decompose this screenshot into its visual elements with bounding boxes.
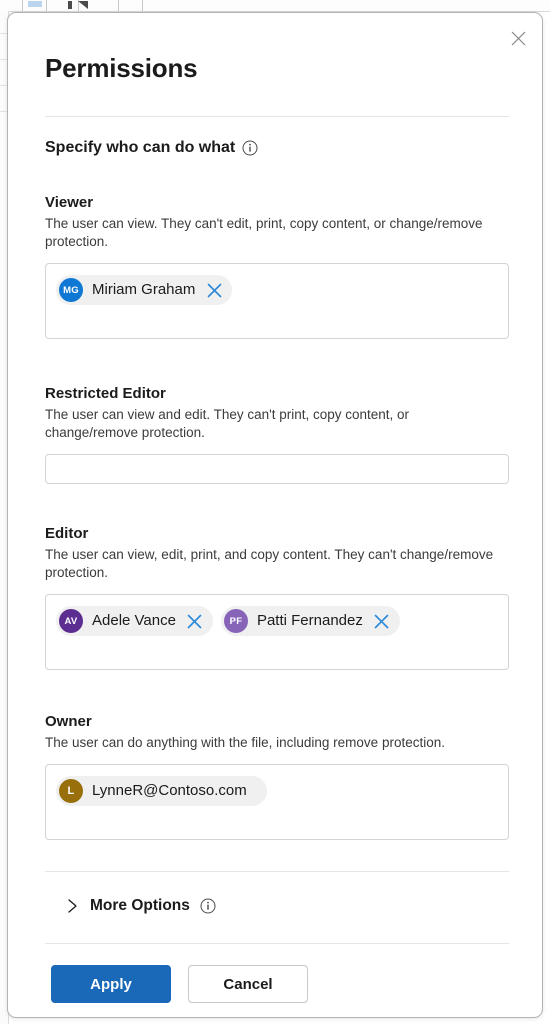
person-name: Adele Vance [92,612,176,629]
person-pill[interactable]: MG Miriam Graham [56,275,233,305]
permission-section-viewer: Viewer The user can view. They can't edi… [45,193,509,339]
cancel-button[interactable]: Cancel [188,965,308,1003]
section-description: The user can do anything with the file, … [45,735,445,750]
avatar: AV [59,609,83,633]
remove-person-button[interactable] [203,279,225,301]
close-icon [511,31,525,45]
page-title: Permissions [45,53,198,83]
person-pill[interactable]: PF Patti Fernandez [220,606,400,636]
avatar: L [59,779,83,803]
remove-icon [207,283,222,297]
info-icon[interactable] [200,898,216,914]
section-description: The user can view. They can't edit, prin… [45,216,483,249]
divider [45,116,509,117]
person-pill[interactable]: AV Adele Vance [56,606,213,636]
chevron-right-icon [64,898,80,914]
avatar: PF [223,609,248,633]
editor-people-field[interactable]: AV Adele Vance PF Patti Fernandez [45,594,509,670]
info-icon[interactable] [242,140,258,156]
avatar: MG [59,278,83,302]
remove-icon [188,614,202,628]
person-name: LynneR@Contoso.com [92,782,247,799]
person-name: Patti Fernandez [256,612,363,629]
ribbon-divider [142,0,143,11]
permission-section-editor: Editor The user can view, edit, print, a… [45,524,509,670]
section-title: Viewer [45,194,94,211]
section-title: Owner [45,713,92,730]
more-options-label: More Options [90,897,190,914]
remove-person-button[interactable] [184,610,206,632]
apply-button[interactable]: Apply [51,965,171,1003]
section-title: Restricted Editor [45,385,166,402]
ribbon-icon [68,1,72,9]
ribbon-icon [78,1,88,9]
section-title: Editor [45,525,89,542]
section-description: The user can view, edit, print, and copy… [45,547,494,580]
permission-section-owner: Owner The user can do anything with the … [45,712,509,840]
specify-label: Specify who can do what [45,139,236,156]
dialog-footer: Apply Cancel [51,965,308,1003]
ribbon-divider [22,0,23,11]
ribbon-divider [46,0,47,11]
ribbon-icon [28,1,42,7]
permission-section-restricted-editor: Restricted Editor The user can view and … [45,384,509,484]
more-options-toggle[interactable]: More Options [64,897,216,915]
divider [45,871,509,872]
close-button[interactable] [502,22,534,54]
permissions-dialog: Permissions Specify who can do what View… [7,12,543,1018]
section-description: The user can view and edit. They can't p… [45,407,410,440]
remove-icon [375,614,389,628]
owner-people-field[interactable]: L LynneR@Contoso.com [45,764,509,840]
viewer-people-field[interactable]: MG Miriam Graham [45,263,509,339]
divider [45,943,509,944]
background-ribbon [0,0,550,12]
person-name: Miriam Graham [92,281,196,298]
ribbon-divider [118,0,119,11]
specify-who-can-do-what-row: Specify who can do what [45,139,258,157]
restricted-editor-people-field[interactable] [45,454,509,484]
person-pill: L LynneR@Contoso.com [56,776,267,806]
remove-person-button[interactable] [371,610,393,632]
